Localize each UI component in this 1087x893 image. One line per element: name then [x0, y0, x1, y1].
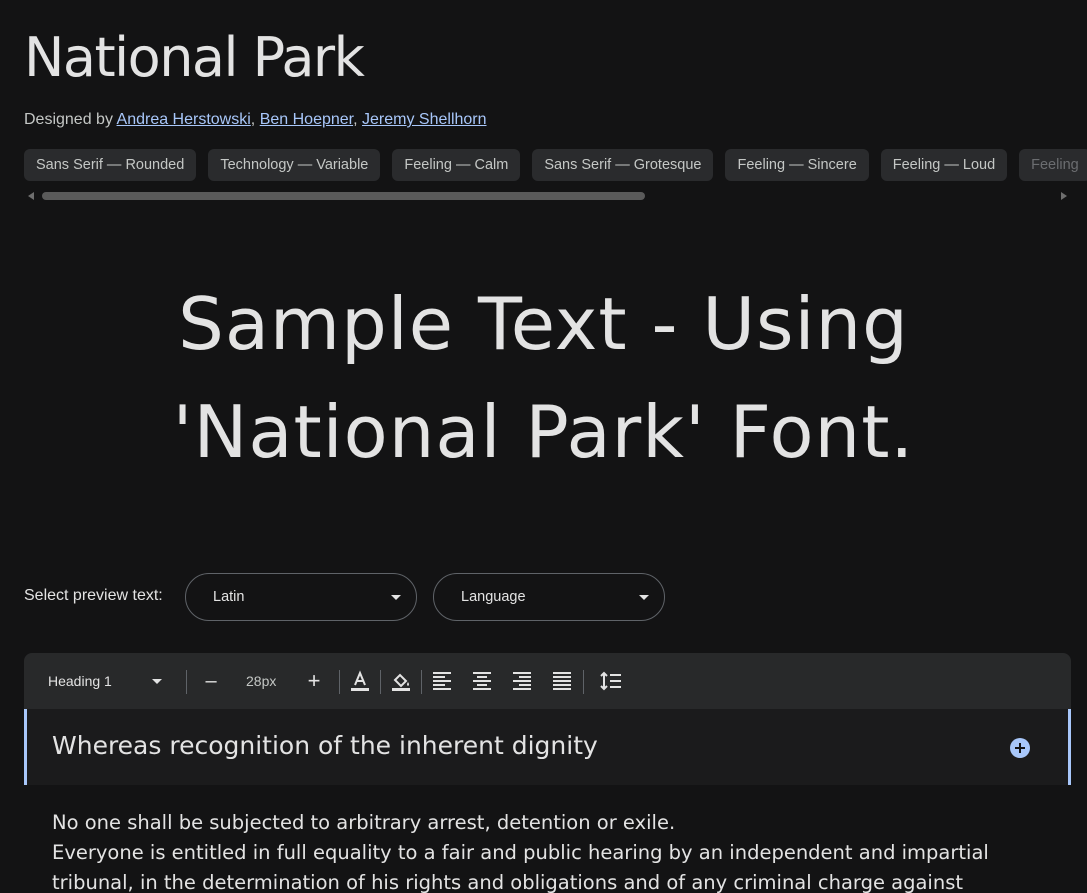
line-height-icon[interactable]	[599, 669, 623, 693]
designer-link-1[interactable]: Andrea Herstowski	[117, 111, 251, 128]
editor-body-text[interactable]: No one shall be subjected to arbitrary a…	[52, 808, 1052, 893]
designers-line: Designed by Andrea Herstowski, Ben Hoepn…	[24, 111, 487, 129]
toolbar-divider	[186, 670, 187, 694]
designer-link-3[interactable]: Jeremy Shellhorn	[362, 111, 487, 128]
sample-text-line-2: 'National Park' Font.	[172, 390, 915, 474]
toolbar-divider	[339, 670, 340, 694]
add-block-icon[interactable]	[1010, 738, 1030, 758]
sample-text: Sample Text - Using 'National Park' Font…	[40, 270, 1047, 486]
sample-text-line-1: Sample Text - Using	[178, 282, 909, 366]
editor-toolbar: Heading 1 – 28px +	[24, 653, 1071, 709]
text-style-select[interactable]: Heading 1	[48, 653, 112, 709]
align-center-icon[interactable]	[470, 669, 494, 693]
designed-by-label: Designed by	[24, 111, 113, 128]
highlight-color-icon[interactable]	[389, 669, 413, 693]
dropdown-caret-icon	[639, 595, 649, 600]
dropdown-caret-icon	[391, 595, 401, 600]
body-paragraph: No one shall be subjected to arbitrary a…	[52, 811, 676, 834]
text-color-icon[interactable]	[348, 669, 372, 693]
tag-chip[interactable]: Feeling	[1019, 149, 1087, 181]
toolbar-divider	[421, 670, 422, 694]
preview-text-label: Select preview text:	[24, 587, 163, 604]
tag-chip-list: Sans Serif — Rounded Technology — Variab…	[24, 149, 1087, 181]
editor-heading-block[interactable]: Whereas recognition of the inherent dign…	[24, 709, 1071, 785]
editor-heading-text[interactable]: Whereas recognition of the inherent dign…	[52, 731, 598, 760]
scroll-left-arrow-icon[interactable]	[28, 192, 34, 200]
align-right-icon[interactable]	[510, 669, 534, 693]
designer-link-2[interactable]: Ben Hoepner	[260, 111, 353, 128]
tag-chip[interactable]: Technology — Variable	[208, 149, 381, 181]
font-size-value[interactable]: 28px	[246, 653, 276, 709]
chevron-down-icon[interactable]	[152, 679, 162, 684]
decrease-size-button[interactable]: –	[203, 653, 219, 709]
increase-size-button[interactable]: +	[306, 653, 322, 709]
language-select[interactable]: Language	[433, 573, 665, 621]
scroll-right-arrow-icon[interactable]	[1061, 192, 1067, 200]
align-justify-icon[interactable]	[550, 669, 574, 693]
tag-chip[interactable]: Sans Serif — Rounded	[24, 149, 197, 181]
language-select-value: Language	[461, 589, 526, 605]
script-select[interactable]: Latin	[185, 573, 417, 621]
tag-chip[interactable]: Feeling — Calm	[392, 149, 521, 181]
align-left-icon[interactable]	[430, 669, 454, 693]
toolbar-divider	[583, 670, 584, 694]
font-title: National Park	[24, 26, 365, 89]
script-select-value: Latin	[213, 589, 245, 605]
tag-scrollbar[interactable]	[24, 190, 1071, 202]
tag-chip[interactable]: Sans Serif — Grotesque	[532, 149, 714, 181]
font-page: National Park Designed by Andrea Herstow…	[0, 0, 1087, 893]
body-paragraph: Everyone is entitled in full equality to…	[52, 841, 989, 893]
tag-chip[interactable]: Feeling — Loud	[880, 149, 1008, 181]
scrollbar-thumb[interactable]	[42, 192, 645, 200]
designer-separator: ,	[250, 111, 256, 128]
designer-separator: ,	[353, 111, 358, 128]
toolbar-divider	[380, 670, 381, 694]
tag-chip[interactable]: Feeling — Sincere	[725, 149, 869, 181]
